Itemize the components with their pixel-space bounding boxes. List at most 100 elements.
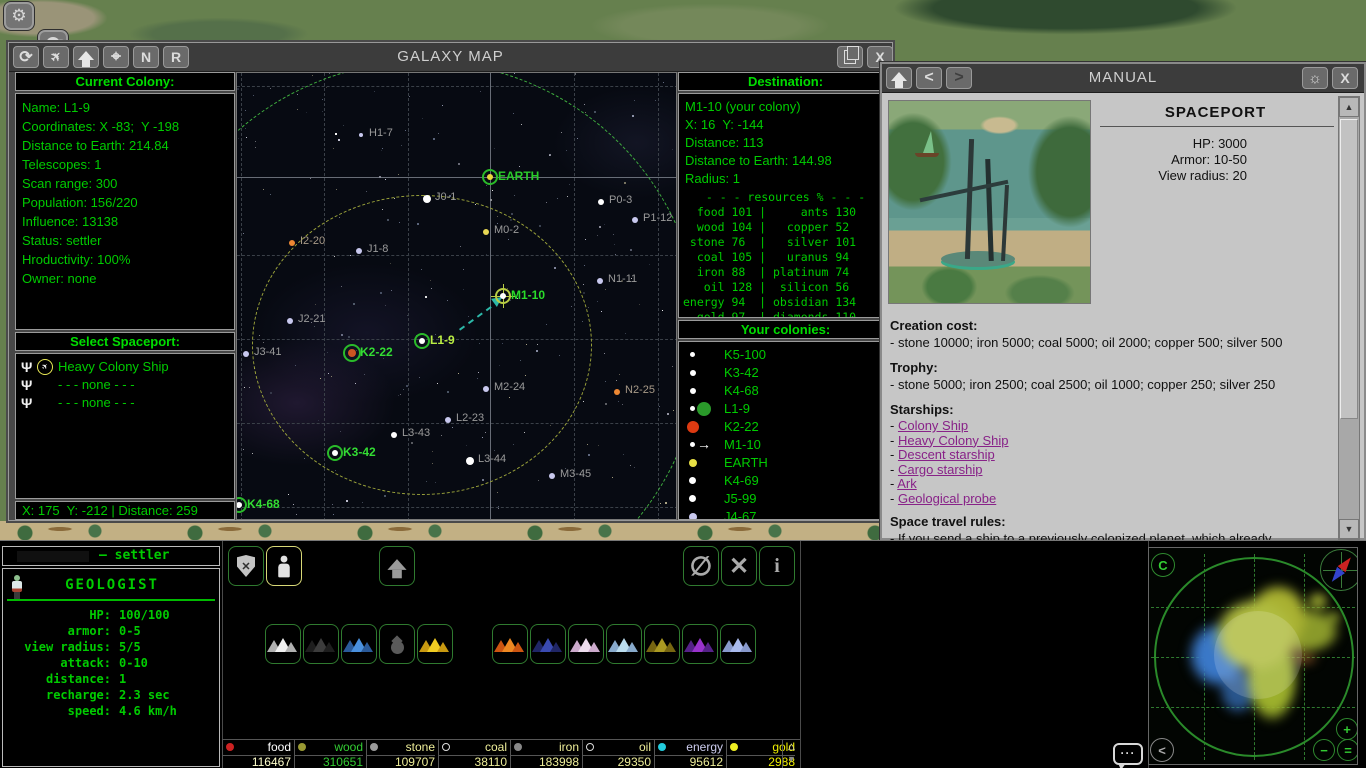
map-label-l1-9: L1-9 bbox=[430, 333, 455, 347]
scroll-thumb[interactable] bbox=[1340, 119, 1358, 419]
map-label-n1-11: N1-11 bbox=[608, 273, 637, 285]
minimap-zoom-in-button[interactable]: + bbox=[1336, 718, 1358, 740]
colony-list-item[interactable]: →M1-10 bbox=[679, 436, 892, 454]
chevron-left-icon: < bbox=[1158, 743, 1166, 758]
triangle-up-icon[interactable]: △ bbox=[783, 739, 800, 753]
minimap-center-button[interactable]: C bbox=[1151, 553, 1175, 577]
manual-scrollbar[interactable]: ▲ ▼ bbox=[1338, 96, 1360, 540]
scroll-up-button[interactable]: ▲ bbox=[1339, 97, 1359, 117]
dismiss-button[interactable]: ✕ bbox=[721, 546, 757, 586]
star-system-dot bbox=[614, 389, 620, 395]
restore-window-button[interactable] bbox=[837, 46, 863, 68]
star-system-dot bbox=[359, 133, 363, 137]
starship-link-row: - Geological probe bbox=[890, 492, 1009, 507]
colony-list-item[interactable]: K3-42 bbox=[679, 364, 892, 382]
minus-icon: − bbox=[1320, 743, 1328, 758]
colony-list-item[interactable]: K5-100 bbox=[679, 346, 892, 364]
colony-list-item[interactable]: K2-22 bbox=[679, 418, 892, 436]
colony-info-line: Hroductivity: 100% bbox=[16, 250, 234, 269]
deposit-button-1-2[interactable] bbox=[303, 624, 339, 664]
resource-dot-gold bbox=[730, 743, 738, 751]
manual-home-button[interactable] bbox=[886, 67, 912, 89]
close-manual-button[interactable]: X bbox=[1332, 67, 1358, 89]
deposit-button-2-7[interactable] bbox=[720, 624, 756, 664]
colony-list-item[interactable]: K4-69 bbox=[679, 472, 892, 490]
deposit-button-2-2[interactable] bbox=[530, 624, 566, 664]
unit-mode-button[interactable] bbox=[266, 546, 302, 586]
stat-label: view radius: bbox=[7, 639, 111, 655]
rotate-view-button[interactable]: ⟳ bbox=[13, 46, 39, 68]
cancel-order-button[interactable]: ∅ bbox=[683, 546, 719, 586]
spaceport-slot-1[interactable]: ΨHeavy Colony Ship bbox=[16, 358, 234, 376]
resource-label: coal bbox=[485, 740, 507, 754]
manual-link-ark[interactable]: Ark bbox=[897, 476, 917, 491]
colony-list-item[interactable]: J5-99 bbox=[679, 490, 892, 508]
resource-cell-food: food116467 bbox=[222, 740, 294, 768]
colony-list-item[interactable]: EARTH bbox=[679, 454, 892, 472]
deposit-button-2-4[interactable] bbox=[606, 624, 642, 664]
colony-list-item[interactable]: J4-67 bbox=[679, 508, 892, 520]
destination-panel: M1-10 (your colony)X: 16 Y: -144Distance… bbox=[678, 93, 893, 318]
minimap-zoom-out-button[interactable]: − bbox=[1313, 739, 1335, 761]
manual-link-cargo-starship[interactable]: Cargo starship bbox=[898, 462, 983, 477]
colony-list-item[interactable]: L1-9 bbox=[679, 400, 892, 418]
chat-button[interactable]: ··· bbox=[1113, 743, 1143, 765]
x-icon: ✕ bbox=[729, 552, 749, 581]
manual-hint-button[interactable]: ☼ bbox=[1302, 67, 1328, 89]
map-label-m1-10: M1-10 bbox=[511, 288, 545, 302]
galaxy-window-titlebar[interactable]: GALAXY MAP ⟳ ✈ ⌖ N R X bbox=[9, 43, 892, 72]
scroll-down-button[interactable]: ▼ bbox=[1339, 519, 1359, 539]
colony-info-line: Name: L1-9 bbox=[16, 98, 234, 117]
compass[interactable] bbox=[1320, 549, 1358, 591]
colony-list-item[interactable]: K4-68 bbox=[679, 382, 892, 400]
deposit-button-2-5[interactable] bbox=[644, 624, 680, 664]
spaceport-slot-label: - - - none - - - bbox=[58, 376, 135, 394]
resource-dot-energy bbox=[658, 743, 666, 751]
resource-label-row: energy bbox=[655, 740, 723, 756]
triangle-down-icon[interactable]: ▼ bbox=[783, 753, 800, 765]
deposit-button-1-5[interactable] bbox=[417, 624, 453, 664]
info-button[interactable]: i bbox=[759, 546, 795, 586]
settings-button[interactable]: ⚙ bbox=[4, 2, 34, 30]
minimap-panel[interactable]: C + − = < bbox=[1148, 547, 1358, 765]
star bbox=[632, 115, 634, 117]
unit-stat-row: distance:1 bbox=[7, 671, 217, 687]
minimap-collapse-button[interactable]: < bbox=[1150, 738, 1174, 762]
center-target-button[interactable]: ⌖ bbox=[103, 46, 129, 68]
names-toggle-button[interactable]: N bbox=[133, 46, 159, 68]
home-view-button[interactable] bbox=[73, 46, 99, 68]
select-spaceport-header: Select Spaceport: bbox=[15, 332, 235, 351]
manual-window-titlebar[interactable]: MANUAL < > ☼ X bbox=[882, 64, 1364, 93]
spaceport-slot-3[interactable]: Ψ- - - none - - - bbox=[16, 394, 234, 412]
map-label-n2-25: N2-25 bbox=[625, 384, 655, 396]
deposit-button-2-1[interactable] bbox=[492, 624, 528, 664]
mountains-icon bbox=[305, 631, 337, 657]
resource-bar-scroll[interactable]: △ ▼ bbox=[782, 739, 800, 768]
resource-dot-oil bbox=[586, 743, 594, 751]
deposit-button-1-4[interactable] bbox=[379, 624, 415, 664]
stat-value: 4.6 km/h bbox=[111, 703, 177, 719]
guard-mode-button[interactable]: ✕ bbox=[228, 546, 264, 586]
deposit-button-2-6[interactable] bbox=[682, 624, 718, 664]
star-system-dot bbox=[356, 248, 362, 254]
star bbox=[660, 503, 661, 504]
spaceport-slot-2[interactable]: Ψ- - - none - - - bbox=[16, 376, 234, 394]
deposit-button-1-3[interactable] bbox=[341, 624, 377, 664]
manual-link-colony-ship[interactable]: Colony Ship bbox=[898, 418, 968, 433]
resource-label-row: coal bbox=[439, 740, 507, 756]
galaxy-map-area[interactable]: H1-7EARTHJ0-1P0-3P1-12M0-2I2-20J1-8N1-11… bbox=[236, 72, 677, 520]
manual-link-heavy-colony-ship[interactable]: Heavy Colony Ship bbox=[898, 433, 1009, 448]
return-home-button[interactable] bbox=[379, 546, 415, 586]
home-arrow-icon bbox=[387, 559, 406, 570]
manual-forward-button[interactable]: > bbox=[946, 67, 972, 89]
resource-value: 38110 bbox=[439, 755, 507, 768]
minimap-zoom-reset-button[interactable]: = bbox=[1337, 739, 1358, 761]
manual-back-button[interactable]: < bbox=[916, 67, 942, 89]
goto-ship-button[interactable]: ✈ bbox=[43, 46, 69, 68]
deposit-button-2-3[interactable] bbox=[568, 624, 604, 664]
deposit-button-1-1[interactable] bbox=[265, 624, 301, 664]
manual-link-geological-probe[interactable]: Geological probe bbox=[898, 491, 996, 506]
resource-cell-iron: iron183998 bbox=[510, 740, 582, 768]
manual-link-descent-starship[interactable]: Descent starship bbox=[898, 447, 995, 462]
ranges-toggle-button[interactable]: R bbox=[163, 46, 189, 68]
